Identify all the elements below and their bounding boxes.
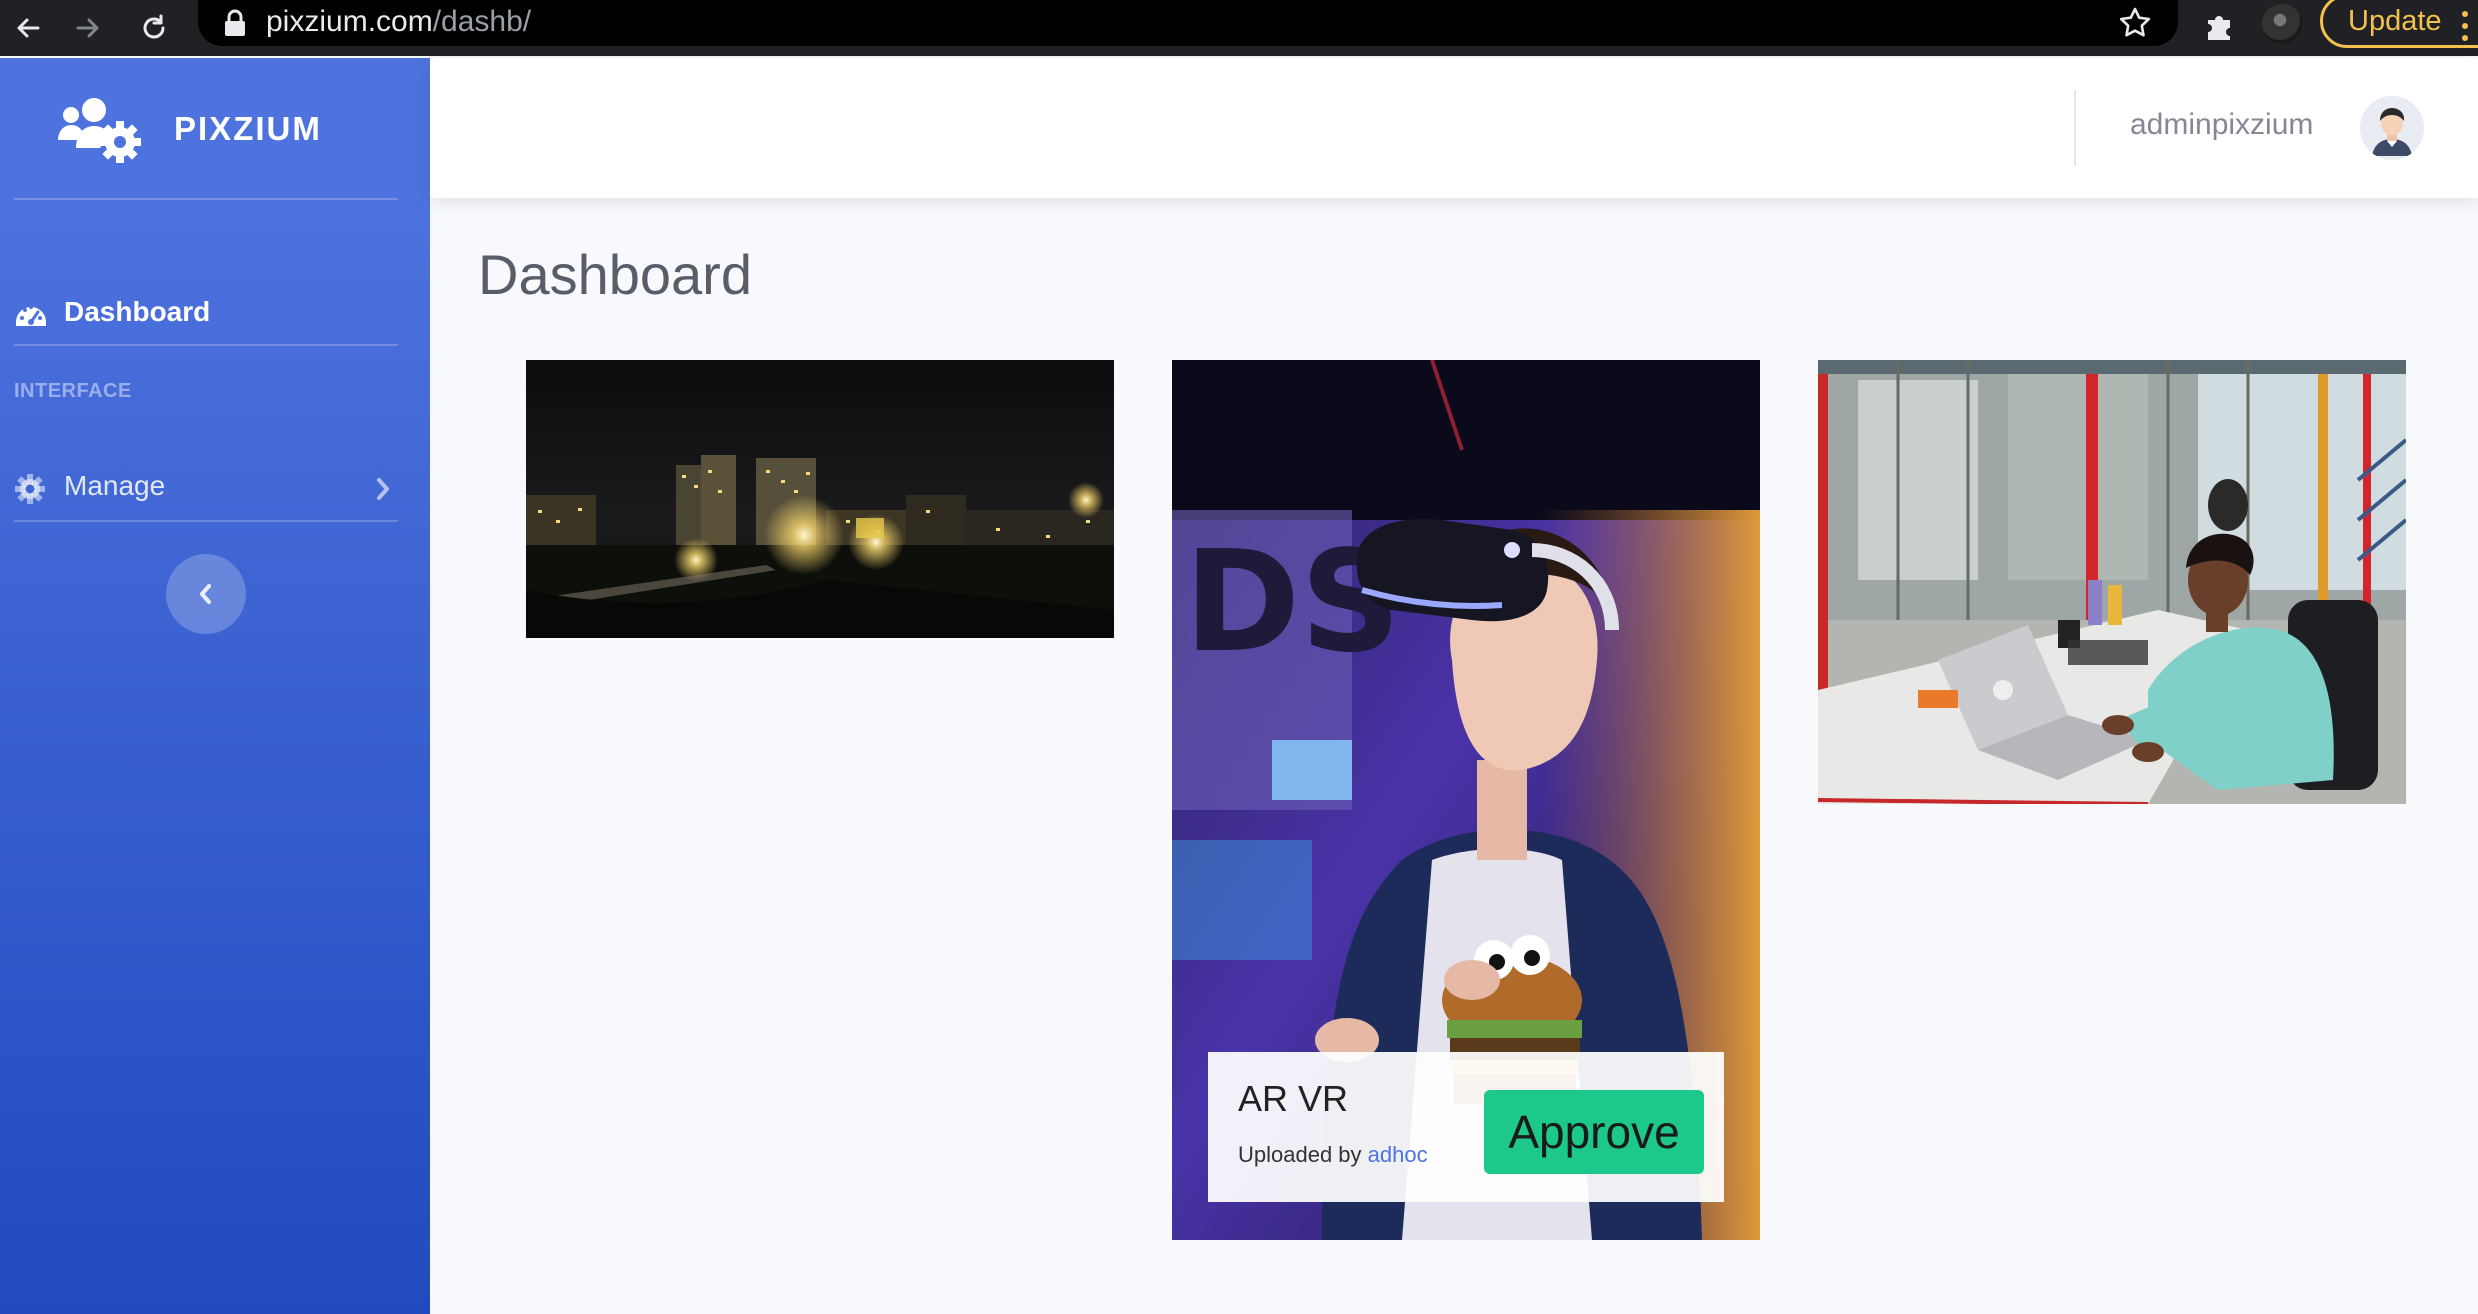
gallery-image-city-night[interactable] xyxy=(526,360,1114,638)
image-caption-card: AR VR Uploaded by adhoc Approve xyxy=(1208,1052,1724,1202)
approve-button[interactable]: Approve xyxy=(1484,1090,1704,1174)
sidebar-item-label: Manage xyxy=(64,470,166,501)
reload-icon[interactable] xyxy=(134,8,174,48)
page-title: Dashboard xyxy=(478,243,752,306)
users-cog-icon xyxy=(56,96,144,166)
browser-menu-icon[interactable] xyxy=(2458,6,2472,46)
extensions-puzzle-icon[interactable] xyxy=(2200,6,2240,46)
uploaded-by-label: Uploaded by xyxy=(1238,1142,1362,1167)
sidebar-item-label: Dashboard xyxy=(64,296,211,327)
sidebar-divider xyxy=(14,198,398,200)
back-arrow-icon[interactable] xyxy=(8,8,48,48)
uploaded-by-text: Uploaded by adhoc xyxy=(1238,1142,1428,1168)
sidebar-item-dashboard[interactable]: Dashboard xyxy=(14,284,414,344)
browser-toolbar: pixzium.com/dashb/ Update xyxy=(0,0,2478,56)
gear-icon xyxy=(14,472,48,506)
forward-arrow-icon[interactable] xyxy=(68,8,108,48)
sidebar-divider xyxy=(14,344,398,346)
bookmark-star-icon[interactable] xyxy=(2116,4,2154,42)
sidebar-heading: INTERFACE xyxy=(14,380,132,402)
brand-name: PIXZIUM xyxy=(174,110,322,147)
update-button[interactable]: Update xyxy=(2320,0,2478,48)
sidebar-item-manage[interactable]: Manage xyxy=(14,458,414,518)
url-text[interactable]: pixzium.com/dashb/ xyxy=(266,5,531,39)
chevron-right-icon xyxy=(372,476,394,502)
address-bar[interactable]: pixzium.com/dashb/ xyxy=(198,0,2178,46)
topbar: adminpixzium xyxy=(430,58,2478,198)
url-path: /dashb/ xyxy=(432,5,532,38)
chevron-left-icon xyxy=(200,584,211,604)
url-host: pixzium.com xyxy=(266,5,433,38)
browser-profile-avatar[interactable] xyxy=(2262,4,2302,44)
lock-icon[interactable] xyxy=(222,8,248,38)
topbar-divider xyxy=(2074,90,2076,166)
avatar[interactable] xyxy=(2360,96,2424,160)
gallery-image-vr[interactable]: DS AR VR Uploaded by adhoc Approve xyxy=(1172,360,1760,1240)
gallery-image-office[interactable] xyxy=(1818,360,2406,804)
sidebar-toggle-button[interactable] xyxy=(166,554,246,634)
user-name[interactable]: adminpixzium xyxy=(2130,108,2313,142)
sidebar: PIXZIUM Dashboard INTERFACE Manage xyxy=(0,58,430,1314)
image-title: AR VR xyxy=(1238,1078,1349,1119)
sidebar-divider xyxy=(14,520,398,522)
tachometer-icon xyxy=(14,298,48,332)
uploader-link[interactable]: adhoc xyxy=(1368,1142,1428,1167)
